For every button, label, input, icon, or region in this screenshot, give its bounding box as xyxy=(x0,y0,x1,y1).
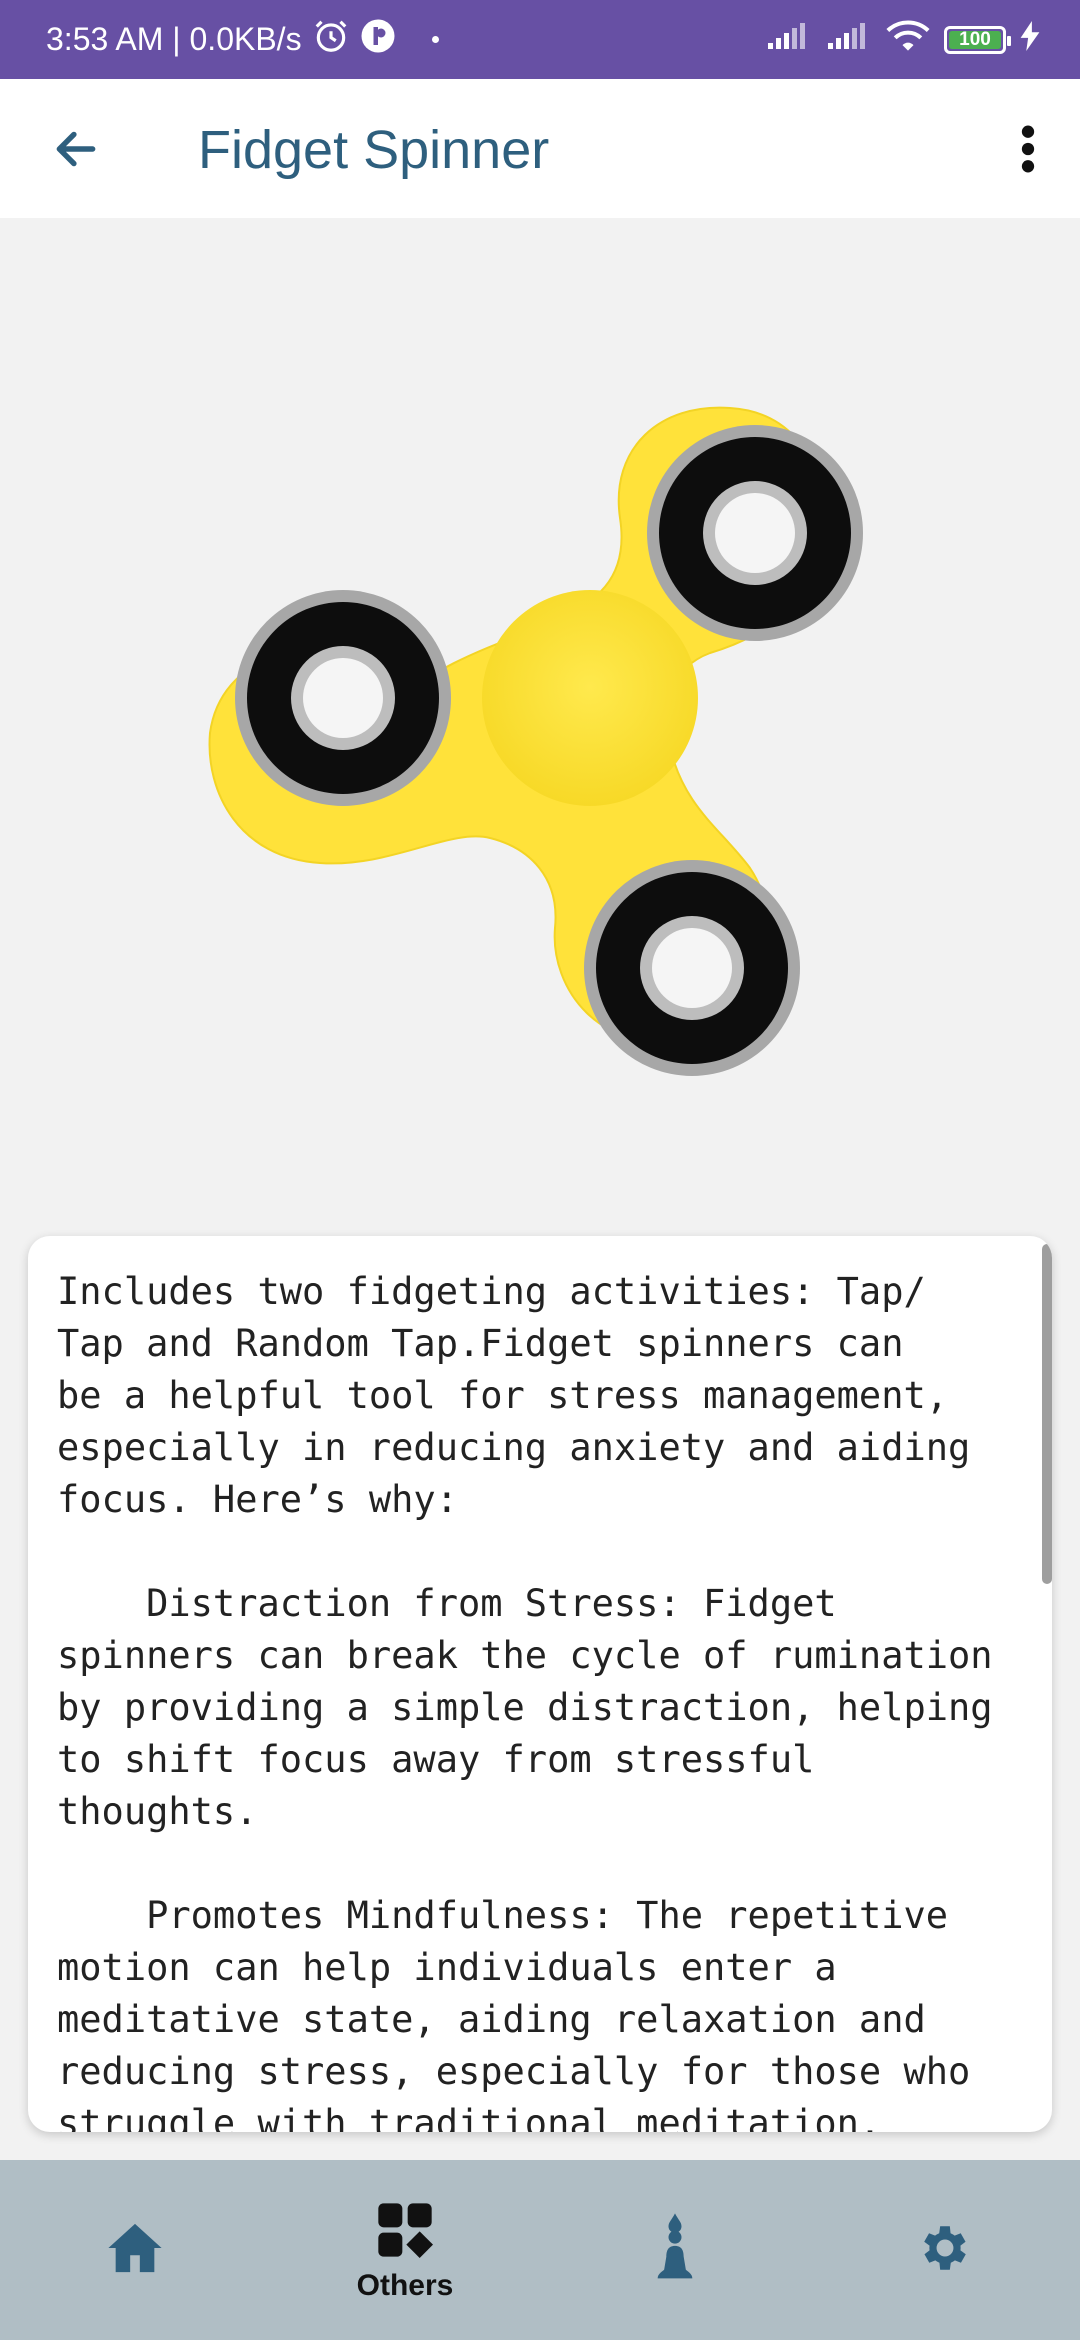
bottom-navigation: Others xyxy=(0,2160,1080,2340)
spinner-area[interactable] xyxy=(0,218,1080,1238)
battery-level: 100 xyxy=(959,28,991,50)
spinner-bearing xyxy=(584,860,800,1076)
gear-icon xyxy=(916,2219,974,2282)
grid-icon xyxy=(372,2198,438,2267)
app-bar: Fidget Spinner xyxy=(0,79,1080,218)
spinner-hub[interactable] xyxy=(482,590,698,806)
alarm-icon xyxy=(312,17,350,63)
page-title: Fidget Spinner xyxy=(198,120,550,180)
nav-item-meditation[interactable] xyxy=(540,2160,810,2340)
nav-item-home[interactable] xyxy=(0,2160,270,2340)
description-card[interactable]: Includes two fidgeting activities: Tap/ … xyxy=(28,1236,1052,2132)
overflow-menu-button[interactable] xyxy=(998,119,1058,183)
status-bar: 3:53 AM | 0.0KB/s 100 xyxy=(0,0,1080,79)
fidget-spinner[interactable] xyxy=(190,388,910,1148)
back-button[interactable] xyxy=(44,119,108,183)
scrollbar[interactable] xyxy=(1042,1244,1052,1584)
more-vertical-icon xyxy=(1020,124,1036,179)
nav-item-settings[interactable] xyxy=(810,2160,1080,2340)
meditation-icon xyxy=(649,2212,701,2288)
signal-icon xyxy=(766,21,812,59)
battery-icon: 100 xyxy=(944,25,1011,54)
spinner-bearing xyxy=(647,425,863,641)
wifi-icon xyxy=(886,19,930,61)
home-icon xyxy=(106,2221,164,2280)
signal-icon xyxy=(826,21,872,59)
charging-icon xyxy=(1020,20,1040,59)
spinner-bearing xyxy=(235,590,451,806)
nav-item-others[interactable]: Others xyxy=(270,2160,540,2340)
arrow-left-icon xyxy=(51,124,101,179)
description-text: Includes two fidgeting activities: Tap/ … xyxy=(57,1270,993,2132)
notification-dot xyxy=(431,36,439,43)
app-icon xyxy=(360,18,396,62)
nav-label-others: Others xyxy=(356,2268,454,2302)
status-time: 3:53 AM | 0.0KB/s xyxy=(46,21,302,57)
